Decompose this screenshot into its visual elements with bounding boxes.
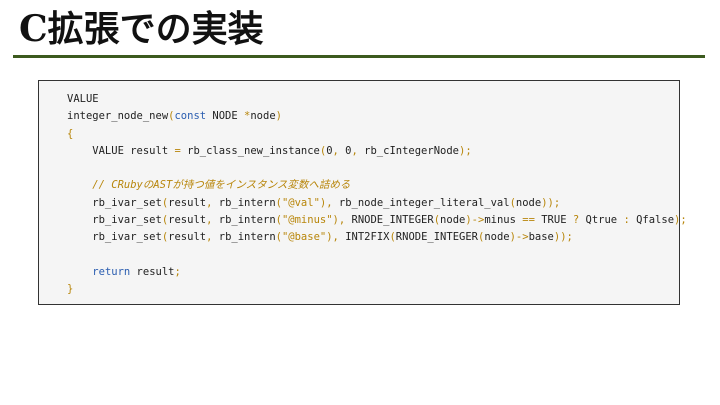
code-token: rb_ivar_set: [67, 196, 162, 209]
code-token: const: [174, 110, 207, 123]
code-token: ));: [541, 196, 561, 209]
code-token: Qfalse: [629, 214, 675, 227]
code-token: ),: [326, 231, 339, 244]
code-line: rb_ivar_set(result, rb_intern("@base"), …: [67, 229, 687, 246]
code-token: ),: [319, 196, 333, 209]
code-line: // CRubyのASTが持つ値をインスタンス変数へ詰める: [67, 177, 687, 194]
code-line: {: [67, 126, 687, 143]
code-token: ==: [522, 214, 535, 227]
code-token: 0: [338, 144, 352, 157]
code-token: rb_intern: [212, 231, 276, 244]
code-token: node: [250, 110, 276, 123]
code-token: rb_ivar_set: [67, 214, 162, 227]
code-line: }: [67, 281, 687, 298]
code-token: result: [130, 265, 175, 278]
code-token: VALUE result: [67, 144, 175, 157]
code-token: rb_intern: [212, 196, 276, 209]
code-line: return result;: [67, 264, 687, 281]
code-token: result: [168, 196, 207, 209]
code-line: VALUE: [67, 91, 687, 108]
code-token: "@minus": [281, 214, 333, 227]
slide: C拡張での実装 VALUE integer_node_new(const NODE…: [0, 0, 720, 405]
code-token: node: [515, 196, 542, 209]
code-token: }: [67, 283, 74, 296]
code-line: integer_node_new(const NODE *node): [67, 108, 687, 125]
code-token: rb_class_new_instance: [180, 144, 320, 157]
code-block: VALUE integer_node_new(const NODE *node) {…: [38, 80, 687, 305]
code-token: ));: [553, 231, 573, 244]
code-token: NODE: [206, 110, 245, 123]
code-token: return: [92, 265, 131, 278]
code-token: // CRubyのASTが持つ値をインスタンス変数へ詰める: [67, 179, 351, 192]
code-token: result: [168, 214, 207, 227]
code-token: ;: [174, 265, 181, 278]
code-token: ),: [332, 214, 346, 227]
code-listing: VALUE integer_node_new(const NODE *node) {…: [67, 91, 687, 299]
code-token: Qtrue: [579, 214, 624, 227]
code-token: ): [275, 110, 282, 123]
code-token: minus: [484, 214, 523, 227]
code-token: );: [459, 144, 472, 157]
code-token: INT2FIX: [338, 231, 390, 244]
code-line: rb_ivar_set(result, rb_intern("@minus"),…: [67, 212, 687, 229]
title-underline: [13, 55, 705, 58]
code-token: rb_node_integer_literal_val: [332, 196, 510, 209]
code-token: "@val": [281, 196, 320, 209]
code-token: "@base": [281, 231, 327, 244]
code-token: )->: [465, 214, 485, 227]
code-token: rb_intern: [212, 214, 276, 227]
code-token: rb_ivar_set: [67, 231, 162, 244]
code-token: {: [67, 127, 74, 140]
code-line: rb_ivar_set(result, rb_intern("@val"), r…: [67, 195, 687, 212]
code-token: RNODE_INTEGER: [395, 231, 478, 244]
code-line: VALUE result = rb_class_new_instance(0, …: [67, 143, 687, 160]
code-token: rb_cIntegerNode: [357, 144, 459, 157]
slide-title: C拡張での実装: [19, 8, 264, 50]
code-token: VALUE: [67, 93, 99, 105]
code-token: base: [528, 231, 554, 244]
code-token: RNODE_INTEGER: [345, 214, 434, 227]
code-token: node: [484, 231, 510, 244]
code-token: integer_node_new: [67, 110, 169, 123]
code-token: TRUE: [534, 214, 573, 227]
code-token: )->: [509, 231, 529, 244]
code-token: node: [440, 214, 466, 227]
code-token: );: [674, 214, 687, 227]
code-token: result: [168, 231, 207, 244]
